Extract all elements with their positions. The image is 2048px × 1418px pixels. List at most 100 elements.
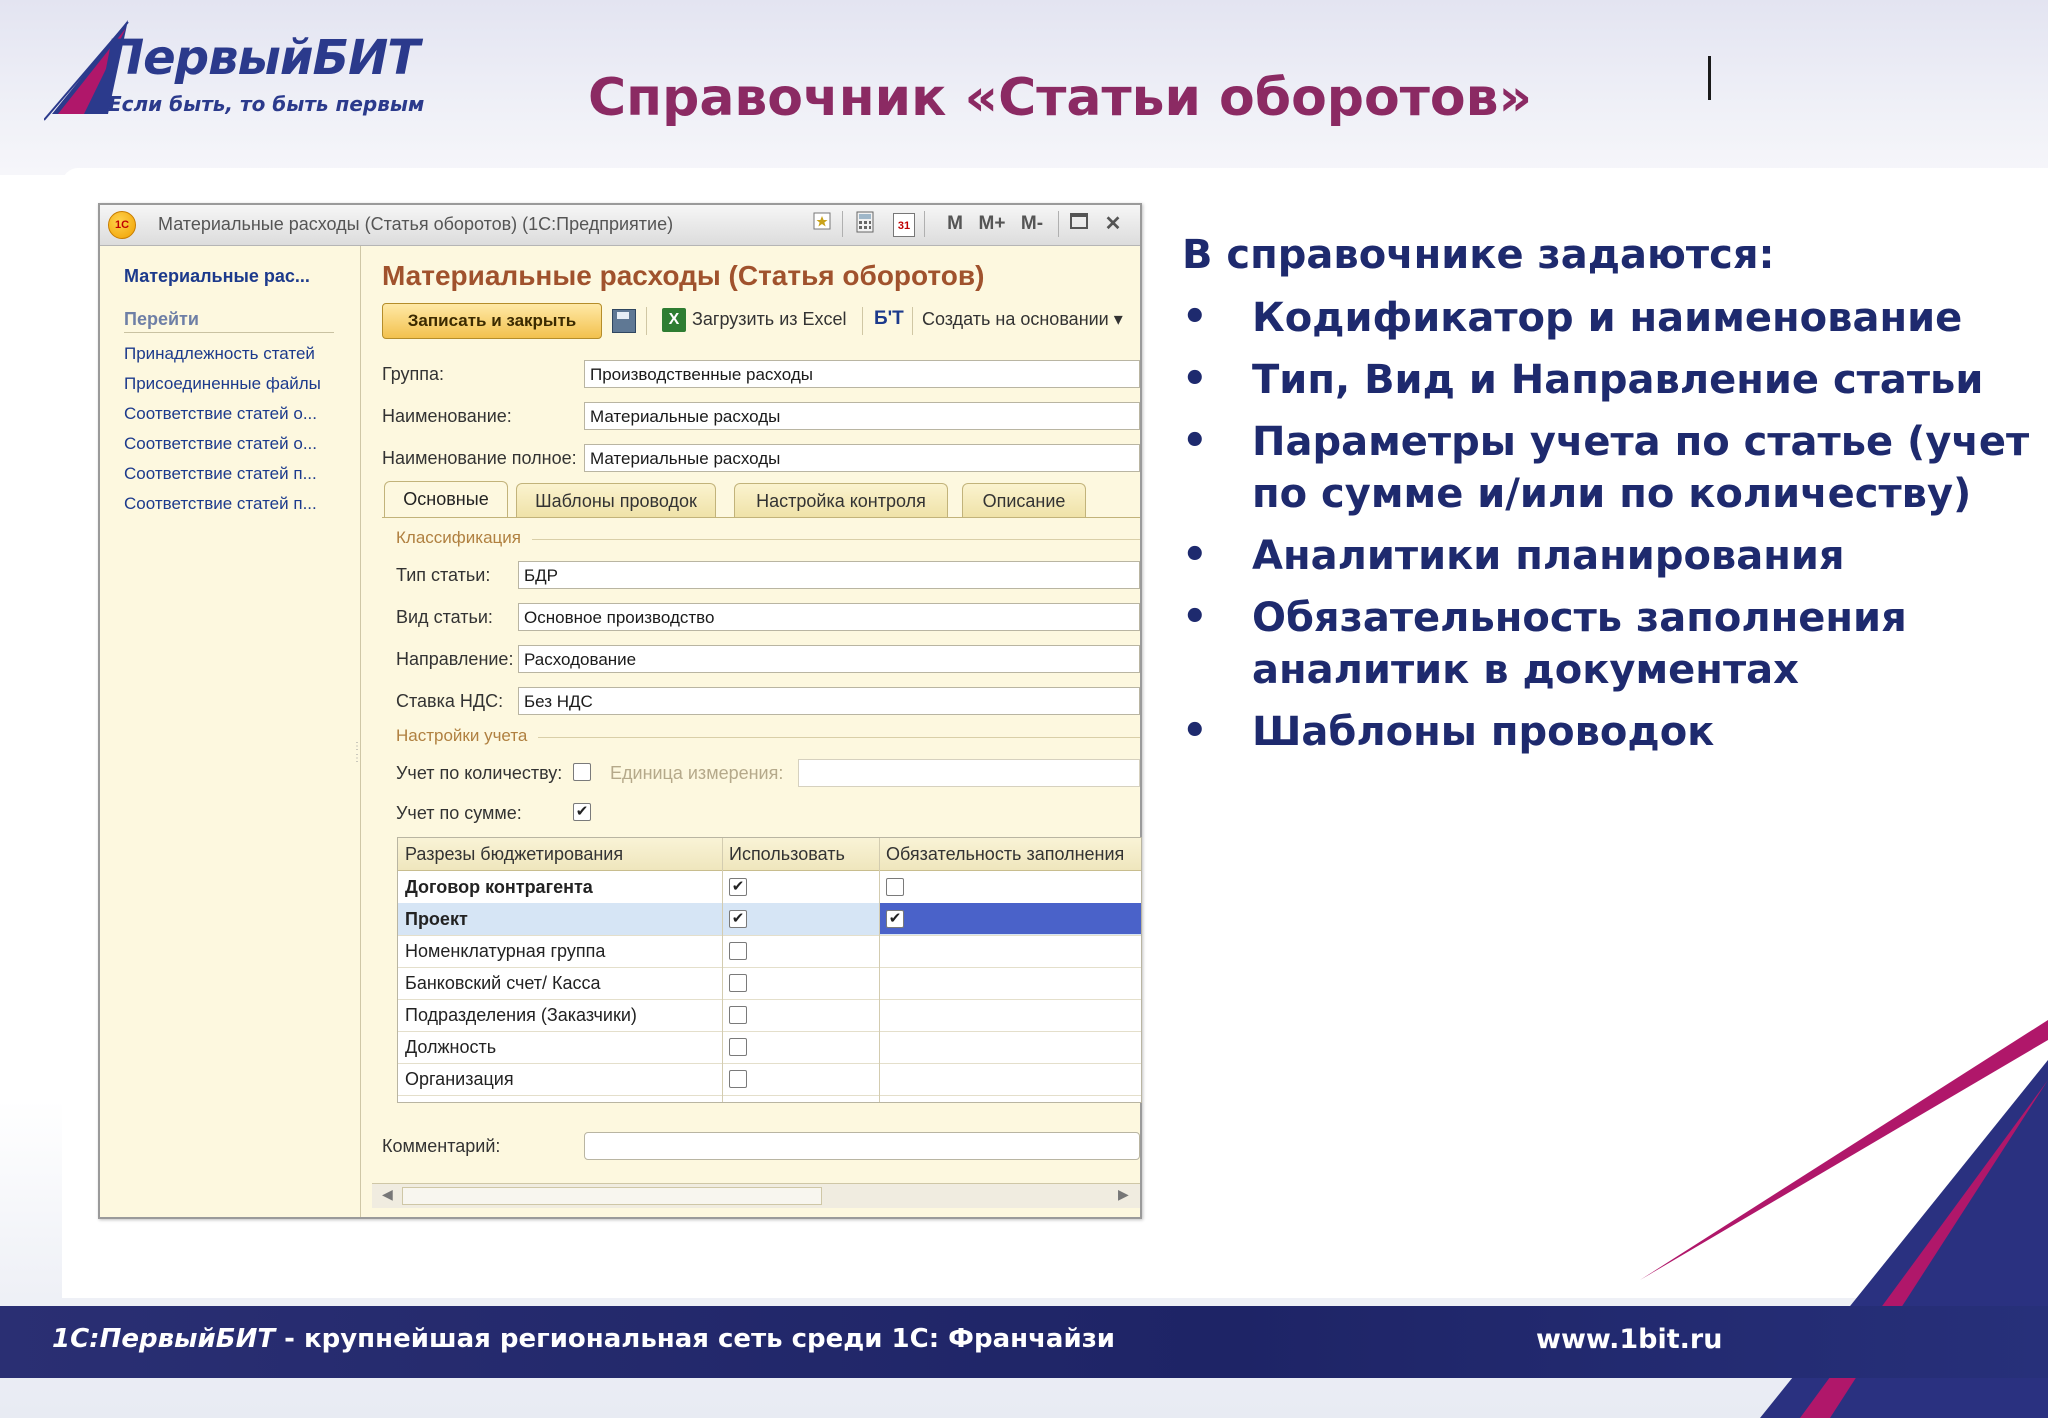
create-based-on-button[interactable]: Создать на основании ▾ xyxy=(922,309,1123,330)
table-row[interactable]: Проект ✔ ✔ xyxy=(398,903,1141,936)
scroll-left-icon[interactable]: ◀ xyxy=(382,1186,393,1203)
required-checkbox[interactable] xyxy=(886,878,904,896)
vat-rate-field[interactable]: Без НДС xyxy=(518,687,1140,715)
m-minus-icon[interactable]: M- xyxy=(1016,211,1048,237)
m-plus-icon[interactable]: M+ xyxy=(976,211,1008,237)
tab-main[interactable]: Основные xyxy=(384,481,508,517)
use-checkbox[interactable] xyxy=(729,942,747,960)
full-name-field[interactable]: Материальные расходы xyxy=(584,444,1140,472)
selected-cell[interactable] xyxy=(879,903,1141,934)
footer-brand: 1С:ПервыйБИТ xyxy=(52,1324,276,1354)
scrollbar-thumb[interactable] xyxy=(402,1187,822,1205)
feature-item: Кодификатор и наименование xyxy=(1252,292,1962,344)
use-checkbox[interactable]: ✔ xyxy=(729,910,747,928)
toolbar-separator xyxy=(924,211,925,237)
article-kind-label: Вид статьи: xyxy=(396,607,493,627)
accounting-settings-section-title: Настройки учета xyxy=(396,726,528,745)
table-row[interactable]: Организация xyxy=(398,1063,1141,1096)
use-checkbox[interactable] xyxy=(729,1038,747,1056)
column-divider xyxy=(879,838,880,1102)
row-name: Должность xyxy=(405,1037,497,1057)
column-header[interactable]: Использовать xyxy=(722,838,879,870)
feature-item: Параметры учета по статье (учет по сумме… xyxy=(1252,416,2029,520)
budget-sections-table: Разрезы бюджетирования Использовать Обяз… xyxy=(397,837,1142,1103)
bullet-icon: • xyxy=(1182,594,1208,640)
direction-field[interactable]: Расходование xyxy=(518,645,1140,673)
unit-field[interactable] xyxy=(798,759,1140,787)
article-type-label: Тип статьи: xyxy=(396,565,491,585)
use-checkbox[interactable] xyxy=(729,1006,747,1024)
column-header[interactable]: Разрезы бюджетирования xyxy=(398,838,722,870)
divider xyxy=(124,332,334,333)
feature-line: аналитик в документах xyxy=(1252,647,1799,693)
row-name: Номенклатурная группа xyxy=(405,941,606,961)
row-name: Банковский счет/ Касса xyxy=(405,973,601,993)
article-type-field[interactable]: БДР xyxy=(518,561,1140,589)
structure-icon[interactable]: Б'Т xyxy=(874,308,904,330)
comment-field[interactable] xyxy=(584,1132,1140,1160)
table-row[interactable]: Подразделения (Заказчики) xyxy=(398,999,1141,1032)
nav-link[interactable]: Соответствие статей о... xyxy=(124,404,317,424)
tab-control-settings[interactable]: Настройка контроля xyxy=(734,483,948,517)
row-name: Организация xyxy=(405,1069,514,1089)
table-row[interactable]: Должность xyxy=(398,1031,1141,1064)
feature-line: по сумме и/или по количеству) xyxy=(1252,471,1972,517)
tab-underline xyxy=(382,517,1140,518)
tab-description[interactable]: Описание xyxy=(962,483,1086,517)
save-icon[interactable] xyxy=(612,309,636,333)
by-quantity-label: Учет по количеству: xyxy=(396,763,563,783)
save-and-close-button[interactable]: Записать и закрыть xyxy=(382,303,602,339)
divider xyxy=(538,737,1140,738)
nav-link[interactable]: Присоединенные файлы xyxy=(124,374,321,394)
nav-link[interactable]: Соответствие статей п... xyxy=(124,494,317,514)
form-title: Материальные расходы (Статья оборотов) xyxy=(382,260,985,291)
name-field[interactable]: Материальные расходы xyxy=(584,402,1140,430)
feature-line: Тип, Вид и Направление статьи xyxy=(1252,357,1984,403)
column-divider xyxy=(722,838,723,1102)
group-label: Группа: xyxy=(382,364,445,384)
excel-icon[interactable]: X xyxy=(662,308,686,332)
table-row[interactable]: Номенклатурная группа xyxy=(398,935,1141,968)
toolbar-separator xyxy=(862,307,863,335)
column-header[interactable]: Обязательность заполнения xyxy=(879,838,1141,870)
nav-link[interactable]: Соответствие статей п... xyxy=(124,464,317,484)
nav-link[interactable]: Соответствие статей о... xyxy=(124,434,317,454)
calculator-icon[interactable] xyxy=(852,211,878,237)
favorite-icon[interactable] xyxy=(810,211,834,237)
use-checkbox[interactable] xyxy=(729,974,747,992)
table-row[interactable]: Банковский счет/ Касса xyxy=(398,967,1141,1000)
table-row[interactable]: Договор контрагента ✔ xyxy=(398,871,1141,904)
toolbar-separator xyxy=(1058,211,1059,237)
unit-label: Единица измерения: xyxy=(610,763,784,783)
scroll-right-icon[interactable]: ▶ xyxy=(1118,1186,1129,1203)
tab-posting-templates[interactable]: Шаблоны проводок xyxy=(516,483,716,517)
required-checkbox[interactable]: ✔ xyxy=(886,910,904,928)
calendar-icon[interactable]: 31 xyxy=(890,211,916,237)
by-sum-checkbox[interactable]: ✔ xyxy=(573,803,591,821)
bullet-icon: • xyxy=(1182,532,1208,578)
group-field[interactable]: Производственные расходы xyxy=(584,360,1140,388)
horizontal-scrollbar[interactable]: ◀ ▶ xyxy=(372,1183,1140,1208)
panel-resize-handle[interactable]: ⋮ ⋮ xyxy=(352,741,362,791)
use-checkbox[interactable] xyxy=(729,1070,747,1088)
divider xyxy=(532,539,1140,540)
features-heading: В справочнике задаются: xyxy=(1182,232,1775,278)
nav-link[interactable]: Принадлежность статей xyxy=(124,344,315,364)
maximize-icon[interactable] xyxy=(1066,211,1092,237)
app-1c-icon: 1С xyxy=(108,211,136,239)
load-from-excel-button[interactable]: Загрузить из Excel xyxy=(692,309,847,330)
row-name: Проект xyxy=(405,909,468,929)
footer-url-link[interactable]: www.1bit.ru xyxy=(1536,1324,1722,1355)
m-icon[interactable]: M xyxy=(944,211,966,237)
by-quantity-checkbox[interactable] xyxy=(573,763,591,781)
close-icon[interactable]: ✕ xyxy=(1100,211,1126,237)
feature-line: Обязательность заполнения xyxy=(1252,595,1907,641)
row-name: Подразделения (Заказчики) xyxy=(405,1005,637,1025)
feature-line: Аналитики планирования xyxy=(1252,533,1845,579)
table-header: Разрезы бюджетирования Использовать Обяз… xyxy=(398,838,1141,871)
feature-line: Шаблоны проводок xyxy=(1252,709,1715,755)
feature-item: Тип, Вид и Направление статьи xyxy=(1252,354,1983,406)
bullet-icon: • xyxy=(1182,708,1208,754)
use-checkbox[interactable]: ✔ xyxy=(729,878,747,896)
article-kind-field[interactable]: Основное производство xyxy=(518,603,1140,631)
